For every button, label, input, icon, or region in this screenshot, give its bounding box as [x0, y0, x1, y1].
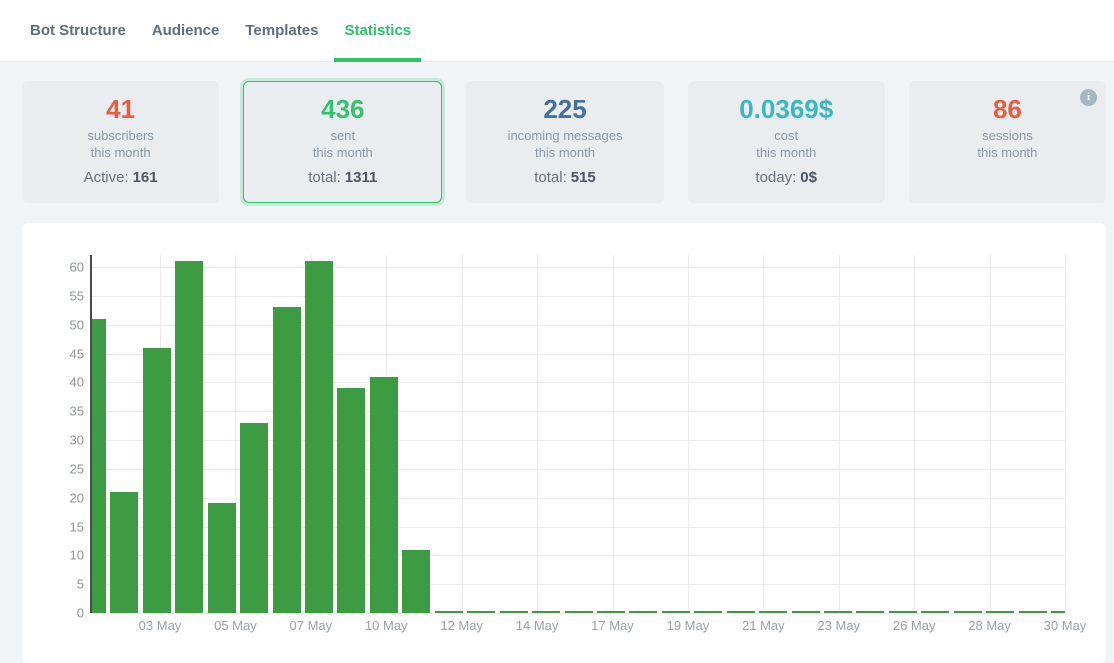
y-tick-label: 10 [70, 548, 84, 563]
tab-statistics[interactable]: Statistics [334, 0, 421, 61]
bar[interactable] [240, 423, 268, 613]
bar[interactable] [792, 611, 820, 613]
bar[interactable] [370, 377, 398, 613]
stat-card-sent[interactable]: 436 sent this month total:1311 [243, 81, 442, 203]
h-gridline [92, 613, 1065, 614]
tab-audience[interactable]: Audience [142, 0, 230, 61]
stat-footer: total:515 [466, 169, 663, 186]
bar[interactable] [143, 348, 171, 613]
y-tick-label: 60 [70, 260, 84, 275]
stat-card-cost[interactable]: 0.0369$ cost this month today:0$ [688, 81, 885, 203]
y-tick-label: 40 [70, 375, 84, 390]
y-tick-label: 45 [70, 346, 84, 361]
y-tick-label: 30 [70, 433, 84, 448]
x-tick-label: 10 May [365, 618, 408, 633]
bar[interactable] [954, 611, 982, 613]
bar[interactable] [565, 611, 593, 613]
x-tick-label: 19 May [667, 618, 710, 633]
x-tick-label: 03 May [139, 618, 182, 633]
bar[interactable] [500, 611, 528, 613]
stat-label: cost this month [688, 127, 885, 161]
bar[interactable] [662, 611, 690, 613]
stat-value: 436 [244, 94, 441, 124]
stat-card-incoming-messages[interactable]: 225 incoming messages this month total:5… [466, 81, 663, 203]
tab-bar: Bot Structure Audience Templates Statist… [0, 0, 1114, 62]
chart-card: 0 5 10 15 20 25 30 35 40 45 50 55 60 03 May 05 May 07 M… [22, 223, 1106, 663]
bar[interactable] [727, 611, 755, 613]
bar[interactable] [597, 611, 625, 613]
x-tick-label: 21 May [742, 618, 785, 633]
y-tick-label: 0 [77, 606, 84, 621]
tab-label: Bot Structure [30, 22, 126, 39]
bar[interactable] [532, 611, 560, 613]
tab-label: Statistics [344, 22, 411, 39]
stat-cards-row: 41 subscribers this month Active:161 436… [22, 81, 1106, 203]
bar[interactable] [110, 492, 138, 613]
y-tick-label: 35 [70, 404, 84, 419]
bar[interactable] [305, 261, 333, 613]
chart-plot: 05101520253035404550556003 May05 May07 M… [92, 255, 1065, 613]
x-tick-label: 30 May [1044, 618, 1087, 633]
bar[interactable] [435, 611, 463, 613]
bar[interactable] [694, 611, 722, 613]
bar[interactable] [824, 611, 852, 613]
bar[interactable] [1051, 611, 1065, 613]
x-tick-label: 07 May [290, 618, 333, 633]
bar[interactable] [175, 261, 203, 613]
bar[interactable] [208, 503, 236, 613]
x-tick-label: 17 May [591, 618, 634, 633]
stat-value: 41 [22, 94, 219, 124]
bar[interactable] [889, 611, 917, 613]
tab-label: Templates [245, 22, 318, 39]
y-tick-label: 55 [70, 288, 84, 303]
stat-footer [909, 169, 1106, 186]
x-tick-label: 14 May [516, 618, 559, 633]
stat-label: sessions this month [909, 127, 1106, 161]
y-tick-label: 5 [77, 577, 84, 592]
bar[interactable] [921, 611, 949, 613]
stat-footer: today:0$ [688, 169, 885, 186]
x-tick-label: 12 May [440, 618, 483, 633]
y-tick-label: 50 [70, 317, 84, 332]
bar[interactable] [759, 611, 787, 613]
stat-value: 86 [909, 94, 1106, 124]
tab-templates[interactable]: Templates [235, 0, 328, 61]
v-gridline [1065, 255, 1066, 613]
stat-label: incoming messages this month [466, 127, 663, 161]
stat-value: 225 [466, 94, 663, 124]
stat-card-subscribers[interactable]: 41 subscribers this month Active:161 [22, 81, 219, 203]
tab-label: Audience [152, 22, 220, 39]
chart-bars [92, 255, 1065, 613]
bar[interactable] [1019, 611, 1047, 613]
x-tick-label: 28 May [968, 618, 1011, 633]
stat-value: 0.0369$ [688, 94, 885, 124]
tab-bot-structure[interactable]: Bot Structure [20, 0, 136, 61]
y-tick-label: 25 [70, 461, 84, 476]
x-tick-label: 05 May [214, 618, 257, 633]
x-tick-label: 23 May [817, 618, 860, 633]
bar[interactable] [337, 388, 365, 613]
y-tick-label: 15 [70, 519, 84, 534]
x-tick-label: 26 May [893, 618, 936, 633]
bar[interactable] [467, 611, 495, 613]
bar[interactable] [856, 611, 884, 613]
stat-footer: total:1311 [244, 169, 441, 186]
bar[interactable] [273, 307, 301, 613]
bar[interactable] [986, 611, 1014, 613]
bar[interactable] [402, 550, 430, 613]
bar[interactable] [629, 611, 657, 613]
bar[interactable] [92, 319, 106, 613]
info-icon[interactable]: i [1080, 89, 1097, 106]
stat-label: subscribers this month [22, 127, 219, 161]
y-tick-label: 20 [70, 490, 84, 505]
stat-card-sessions[interactable]: i 86 sessions this month [909, 81, 1106, 203]
stat-footer: Active:161 [22, 169, 219, 186]
stat-label: sent this month [244, 127, 441, 161]
